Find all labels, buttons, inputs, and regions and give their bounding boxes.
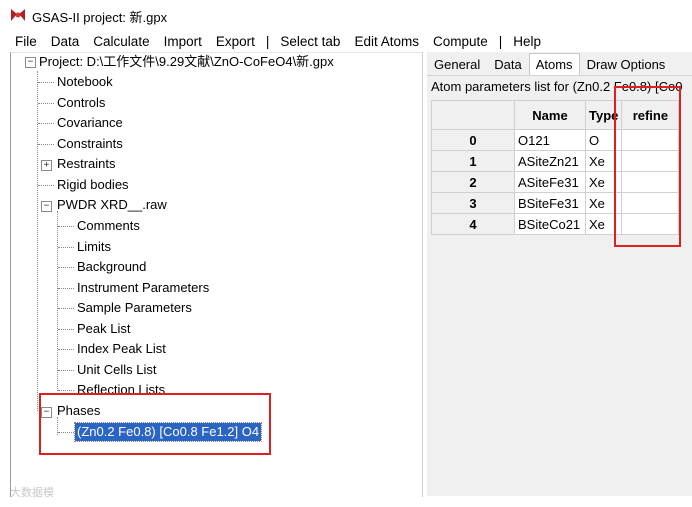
tree-branch-line: [38, 103, 54, 104]
atom-name-cell[interactable]: BSiteFe31: [514, 192, 586, 214]
tree-branch-line: [38, 123, 54, 124]
tree-branch-line: [58, 329, 74, 330]
tree-branch-line: [38, 82, 54, 83]
gsas-app-icon: [11, 9, 25, 21]
menu-bar: File Data Calculate Import Export | Sele…: [0, 30, 692, 52]
tree-item-covariance[interactable]: Covariance: [57, 115, 123, 131]
row-header[interactable]: 3: [431, 192, 515, 214]
table-corner: [431, 100, 515, 130]
row-header[interactable]: 1: [431, 150, 515, 172]
tree-item-restraints[interactable]: Restraints: [57, 156, 116, 172]
tree-item-comments[interactable]: Comments: [77, 218, 140, 234]
highlight-box-phase: [39, 393, 271, 455]
tree-item-notebook[interactable]: Notebook: [57, 74, 113, 90]
tab-atoms[interactable]: Atoms: [528, 53, 580, 75]
tree-branch-line: [58, 390, 74, 391]
phase-tabs: General Data Atoms Draw Options: [427, 52, 692, 75]
tab-general[interactable]: General: [427, 53, 487, 75]
tree-branch-line: [58, 349, 74, 350]
title-bar: GSAS-II project: 新.gpx: [0, 0, 692, 30]
tab-data[interactable]: Data: [487, 53, 528, 75]
tree-branch-line: [58, 370, 74, 371]
tree-item-pwdr[interactable]: PWDR XRD__.raw: [57, 197, 167, 213]
menu-calculate[interactable]: Calculate: [86, 34, 156, 49]
window-title: GSAS-II project: 新.gpx: [32, 10, 168, 25]
atom-name-cell[interactable]: ASiteFe31: [514, 171, 586, 193]
watermark-text: 大数据模: [10, 487, 54, 499]
tree-branch-line: [58, 226, 74, 227]
tree-item-limits[interactable]: Limits: [77, 239, 111, 255]
menu-compute[interactable]: Compute: [426, 34, 495, 49]
menu-help[interactable]: Help: [506, 34, 548, 49]
menu-separator: |: [265, 33, 270, 49]
tree-guide-line: [37, 71, 38, 411]
tree-item-instrument-parameters[interactable]: Instrument Parameters: [77, 280, 209, 296]
collapse-root-icon[interactable]: −: [25, 57, 36, 68]
row-header[interactable]: 2: [431, 171, 515, 193]
tree-item-rigid-bodies[interactable]: Rigid bodies: [57, 177, 129, 193]
highlight-box-refine: [614, 86, 681, 247]
tree-branch-line: [58, 288, 74, 289]
tree-item-sample-parameters[interactable]: Sample Parameters: [77, 300, 192, 316]
column-header-name[interactable]: Name: [514, 100, 586, 130]
tree-item-controls[interactable]: Controls: [57, 95, 105, 111]
tree-branch-line: [58, 247, 74, 248]
row-header[interactable]: 0: [431, 129, 515, 151]
tree-item-background[interactable]: Background: [77, 259, 146, 275]
menu-edit-atoms[interactable]: Edit Atoms: [347, 34, 426, 49]
menu-select-tab[interactable]: Select tab: [273, 34, 347, 49]
tree-branch-line: [58, 267, 74, 268]
atom-name-cell[interactable]: O121: [514, 129, 586, 151]
tree-guide-line: [57, 211, 58, 391]
menu-export[interactable]: Export: [209, 34, 262, 49]
tab-draw-options[interactable]: Draw Options: [580, 53, 673, 75]
menu-import[interactable]: Import: [157, 34, 209, 49]
tree-item-peak-list[interactable]: Peak List: [77, 321, 130, 337]
atom-name-cell[interactable]: BSiteCo21: [514, 213, 586, 235]
menu-file[interactable]: File: [0, 34, 44, 49]
menu-separator: |: [498, 33, 503, 49]
tree-branch-line: [58, 308, 74, 309]
tree-root-project[interactable]: Project: D:\工作文件\9.29文献\ZnO-CoFeO4\新.gpx: [39, 54, 334, 70]
tree-item-unit-cells-list[interactable]: Unit Cells List: [77, 362, 156, 378]
expand-restraints-icon[interactable]: +: [41, 160, 52, 171]
collapse-pwdr-icon[interactable]: −: [41, 201, 52, 212]
tree-branch-line: [38, 144, 54, 145]
tree-item-index-peak-list[interactable]: Index Peak List: [77, 341, 166, 357]
tree-branch-line: [38, 185, 54, 186]
tree-item-constraints[interactable]: Constraints: [57, 136, 123, 152]
row-header[interactable]: 4: [431, 213, 515, 235]
menu-data[interactable]: Data: [44, 34, 87, 49]
atom-name-cell[interactable]: ASiteZn21: [514, 150, 586, 172]
